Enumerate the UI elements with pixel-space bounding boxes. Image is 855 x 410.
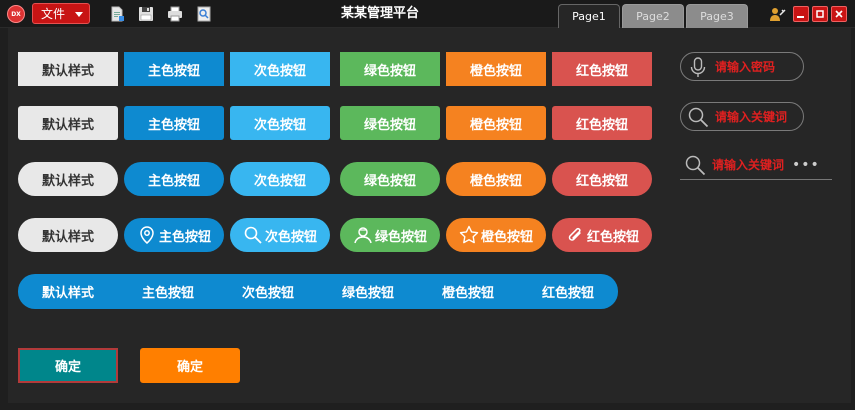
- segment-secondary[interactable]: 次色按钮: [218, 274, 318, 309]
- orange-button-pill[interactable]: 橙色按钮: [446, 162, 546, 196]
- search-icon: [688, 107, 709, 127]
- red-button-pill[interactable]: 红色按钮: [552, 162, 652, 196]
- segmented-button-group: 默认样式 主色按钮 次色按钮 绿色按钮 橙色按钮 红色按钮: [18, 274, 618, 309]
- red-button-icon[interactable]: 红色按钮: [552, 218, 652, 252]
- search-icon: [244, 226, 262, 244]
- more-options-icon[interactable]: •••: [792, 157, 820, 173]
- segment-default[interactable]: 默认样式: [18, 274, 118, 309]
- orange-button-icon[interactable]: 橙色按钮: [446, 218, 546, 252]
- star-icon: [459, 225, 479, 244]
- red-button-rounded[interactable]: 红色按钮: [552, 106, 652, 140]
- password-input[interactable]: 请输入密码: [680, 52, 804, 81]
- green-button-rounded[interactable]: 绿色按钮: [340, 106, 440, 140]
- paperclip-icon: [568, 227, 581, 241]
- green-button[interactable]: 绿色按钮: [340, 52, 440, 86]
- maximize-icon: [816, 10, 824, 18]
- primary-button-rounded[interactable]: 主色按钮: [124, 106, 224, 140]
- secondary-button[interactable]: 次色按钮: [230, 52, 330, 86]
- primary-button[interactable]: 主色按钮: [124, 52, 224, 86]
- password-placeholder: 请输入密码: [715, 60, 776, 74]
- content-panel: 默认样式 主色按钮 次色按钮 绿色按钮 橙色按钮 红色按钮 默认样式 主色按钮 …: [8, 28, 851, 403]
- minimize-icon: [797, 16, 804, 18]
- user-settings-icon[interactable]: [769, 6, 786, 23]
- primary-button-pill[interactable]: 主色按钮: [124, 162, 224, 196]
- tab-page1[interactable]: Page1: [558, 4, 620, 28]
- button-label: 橙色按钮: [480, 229, 533, 245]
- tab-page3[interactable]: Page3: [686, 4, 748, 28]
- red-button[interactable]: 红色按钮: [552, 52, 652, 86]
- button-label: 次色按钮: [264, 229, 317, 245]
- confirm-button-teal[interactable]: 确定: [18, 348, 118, 383]
- green-button-pill[interactable]: 绿色按钮: [340, 162, 440, 196]
- segment-orange[interactable]: 橙色按钮: [418, 274, 518, 309]
- search-icon: [685, 155, 706, 175]
- default-button-icon[interactable]: 默认样式: [18, 218, 118, 252]
- keyword-search-input[interactable]: 请输入关键词: [680, 102, 804, 131]
- secondary-button-rounded[interactable]: 次色按钮: [230, 106, 330, 140]
- green-button-icon[interactable]: 绿色按钮: [340, 218, 440, 252]
- secondary-button-pill[interactable]: 次色按钮: [230, 162, 330, 196]
- button-label: 默认样式: [41, 229, 94, 245]
- tab-page2[interactable]: Page2: [622, 4, 684, 28]
- segment-red[interactable]: 红色按钮: [518, 274, 618, 309]
- segment-primary[interactable]: 主色按钮: [118, 274, 218, 309]
- location-pin-icon: [140, 226, 154, 244]
- segment-green[interactable]: 绿色按钮: [318, 274, 418, 309]
- secondary-button-icon[interactable]: 次色按钮: [230, 218, 330, 252]
- title-bar: DX 文件 某某管理平台 Page1 Page2 Page3: [0, 0, 855, 28]
- keyword-search-underline-input[interactable]: 请输入关键词 •••: [680, 150, 832, 180]
- maximize-button[interactable]: [812, 6, 828, 22]
- default-button[interactable]: 默认样式: [18, 52, 118, 86]
- default-button-rounded[interactable]: 默认样式: [18, 106, 118, 140]
- orange-button[interactable]: 橙色按钮: [446, 52, 546, 86]
- microphone-icon: [690, 56, 706, 77]
- button-label: 绿色按钮: [374, 229, 427, 245]
- confirm-button-orange[interactable]: 确定: [140, 348, 240, 383]
- orange-button-rounded[interactable]: 橙色按钮: [446, 106, 546, 140]
- keyword-placeholder-2: 请输入关键词: [712, 158, 785, 172]
- close-button[interactable]: [831, 6, 847, 22]
- minimize-button[interactable]: [793, 6, 809, 22]
- default-button-pill[interactable]: 默认样式: [18, 162, 118, 196]
- user-icon: [354, 227, 372, 244]
- button-label: 红色按钮: [586, 229, 639, 245]
- keyword-placeholder: 请输入关键词: [715, 110, 788, 124]
- button-label: 主色按钮: [158, 229, 211, 245]
- close-icon: [835, 10, 843, 18]
- primary-button-icon[interactable]: 主色按钮: [124, 218, 224, 252]
